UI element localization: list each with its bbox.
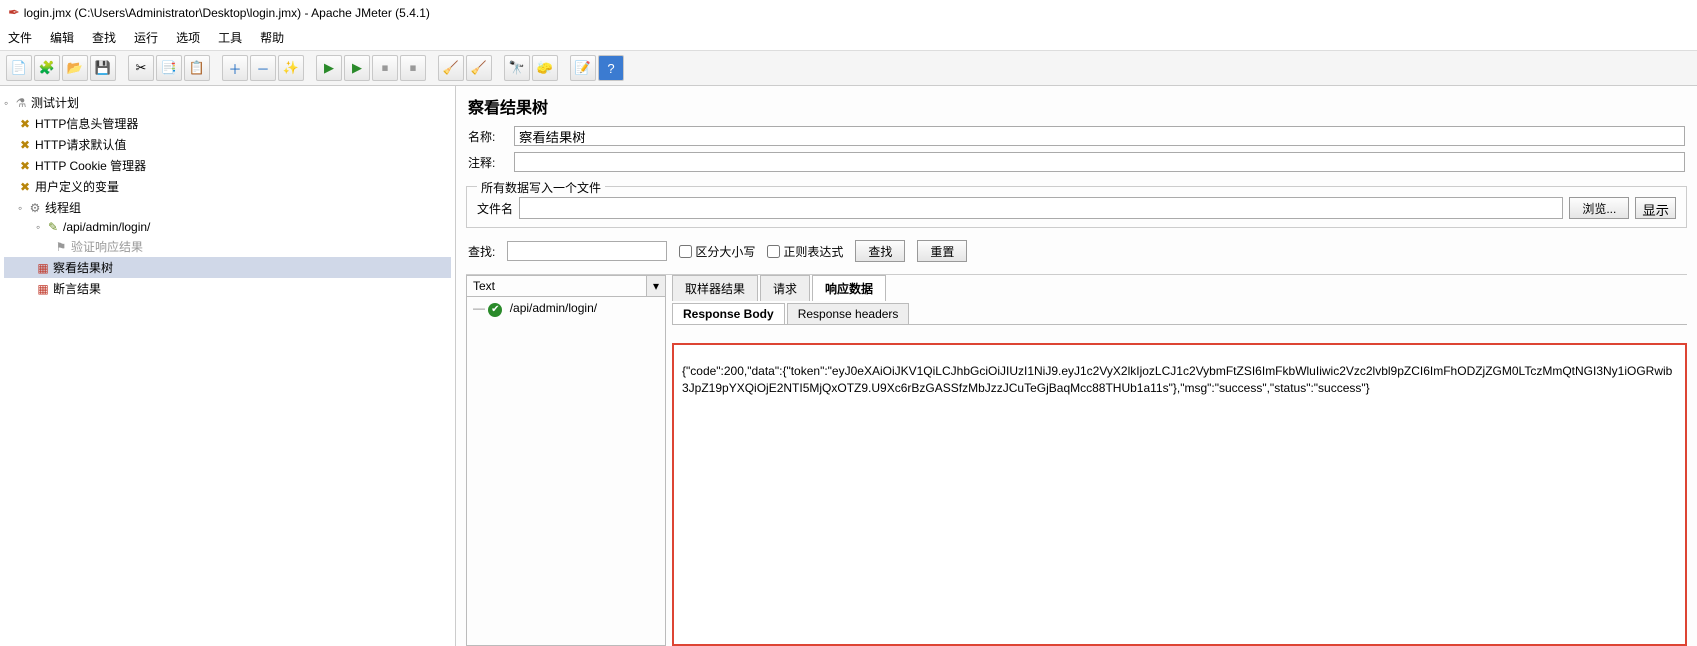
- run-icon[interactable]: ▶: [316, 55, 342, 81]
- search-icon[interactable]: 🔭: [504, 55, 530, 81]
- assertion-icon: ⚑: [54, 240, 68, 254]
- gear-icon: ⚙: [28, 201, 42, 215]
- render-dropdown[interactable]: Text ▾: [467, 276, 665, 297]
- reset-search-icon[interactable]: 🧽: [532, 55, 558, 81]
- open-icon[interactable]: 📂: [62, 55, 88, 81]
- case-checkbox[interactable]: 区分大小写: [679, 243, 755, 260]
- wrench-icon: ✖: [18, 138, 32, 152]
- new-icon[interactable]: 📄: [6, 55, 32, 81]
- stop-icon[interactable]: ⏹: [372, 55, 398, 81]
- save-icon[interactable]: 💾: [90, 55, 116, 81]
- results-list: Text ▾ — ✔ /api/admin/login/: [466, 275, 666, 646]
- toggle-icon[interactable]: ◦: [18, 201, 28, 215]
- search-label: 查找:: [468, 243, 495, 260]
- paste-icon[interactable]: 📋: [184, 55, 210, 81]
- panel-heading: 察看结果树: [468, 94, 1685, 118]
- function-icon[interactable]: 📝: [570, 55, 596, 81]
- tree-assertion[interactable]: 验证响应结果: [71, 240, 143, 254]
- app-icon: ✒: [8, 4, 20, 21]
- subtab-response-body[interactable]: Response Body: [672, 303, 785, 324]
- tab-sampler-result[interactable]: 取样器结果: [672, 275, 758, 301]
- templates-icon[interactable]: 🧩: [34, 55, 60, 81]
- toggle-icon[interactable]: ◦: [36, 220, 46, 234]
- clear-icon[interactable]: 🧹: [438, 55, 464, 81]
- response-body-text[interactable]: {"code":200,"data":{"token":"eyJ0eXAiOiJ…: [672, 343, 1687, 646]
- write-results-group: 所有数据写入一个文件 文件名 浏览... 显示: [466, 186, 1687, 228]
- menu-help[interactable]: 帮助: [260, 29, 284, 46]
- sampler-icon: ✎: [46, 220, 60, 234]
- test-plan-tree[interactable]: ◦⚗测试计划 ✖HTTP信息头管理器 ✖HTTP请求默认值 ✖HTTP Cook…: [0, 86, 456, 646]
- wrench-icon: ✖: [18, 117, 32, 131]
- menu-run[interactable]: 运行: [134, 29, 158, 46]
- tree-assertion-results[interactable]: 断言结果: [53, 282, 101, 296]
- listener-panel: 察看结果树 名称: 注释: 所有数据写入一个文件 文件名 浏览... 显示 查找…: [456, 86, 1697, 646]
- render-format: Text: [467, 276, 647, 296]
- tree-cookie-mgr[interactable]: HTTP Cookie 管理器: [35, 159, 146, 173]
- group-legend: 所有数据写入一个文件: [477, 179, 605, 196]
- tree-user-vars[interactable]: 用户定义的变量: [35, 180, 119, 194]
- menu-bar: 文件 编辑 查找 运行 选项 工具 帮助: [0, 25, 1697, 51]
- copy-icon[interactable]: 📑: [156, 55, 182, 81]
- menu-file[interactable]: 文件: [8, 29, 32, 46]
- plus-icon[interactable]: ＋: [222, 55, 248, 81]
- run-notimer-icon[interactable]: ▶: [344, 55, 370, 81]
- flask-icon: ⚗: [14, 96, 28, 110]
- search-input[interactable]: [507, 241, 667, 261]
- menu-tools[interactable]: 工具: [218, 29, 242, 46]
- search-button[interactable]: 查找: [855, 240, 905, 262]
- reset-button[interactable]: 重置: [917, 240, 967, 262]
- tree-view-results[interactable]: 察看结果树: [53, 261, 113, 275]
- tree-header-mgr[interactable]: HTTP信息头管理器: [35, 117, 138, 131]
- tree-test-plan[interactable]: 测试计划: [31, 96, 79, 110]
- comment-input[interactable]: [514, 152, 1685, 172]
- filename-label: 文件名: [477, 200, 513, 217]
- results-tree-icon: ▦: [36, 261, 50, 275]
- toolbar: 📄 🧩 📂 💾 ✂ 📑 📋 ＋ － ✨ ▶ ▶ ⏹ ⏹ 🧹 🧹 🔭 🧽 📝 ?: [0, 51, 1697, 86]
- assertion-results-icon: ▦: [36, 282, 50, 296]
- browse-button[interactable]: 浏览...: [1569, 197, 1629, 219]
- title-bar: ✒ login.jmx (C:\Users\Administrator\Desk…: [0, 0, 1697, 25]
- subtab-response-headers[interactable]: Response headers: [787, 303, 910, 324]
- wrench-icon: ✖: [18, 159, 32, 173]
- comment-label: 注释:: [468, 154, 514, 171]
- result-item-label: /api/admin/login/: [510, 301, 597, 315]
- window-title: login.jmx (C:\Users\Administrator\Deskto…: [24, 6, 430, 20]
- success-icon: ✔: [488, 303, 502, 317]
- wrench-icon: ✖: [18, 180, 32, 194]
- chevron-down-icon: ▾: [647, 276, 665, 296]
- tree-thread-group[interactable]: 线程组: [45, 201, 81, 215]
- name-input[interactable]: [514, 126, 1685, 146]
- toggle-icon[interactable]: ◦: [4, 96, 14, 110]
- tab-request[interactable]: 请求: [760, 275, 810, 301]
- wand-icon[interactable]: ✨: [278, 55, 304, 81]
- result-item[interactable]: — ✔ /api/admin/login/: [473, 301, 659, 317]
- tree-http-defaults[interactable]: HTTP请求默认值: [35, 138, 126, 152]
- minus-icon[interactable]: －: [250, 55, 276, 81]
- tab-response-data[interactable]: 响应数据: [812, 275, 886, 301]
- regex-checkbox[interactable]: 正则表达式: [767, 243, 843, 260]
- result-tabs: 取样器结果 请求 响应数据: [672, 275, 1687, 301]
- response-subtabs: Response Body Response headers: [672, 303, 1687, 325]
- tree-sampler[interactable]: /api/admin/login/: [63, 220, 150, 234]
- menu-search[interactable]: 查找: [92, 29, 116, 46]
- clear-all-icon[interactable]: 🧹: [466, 55, 492, 81]
- menu-edit[interactable]: 编辑: [50, 29, 74, 46]
- help-icon[interactable]: ?: [598, 55, 624, 81]
- name-label: 名称:: [468, 128, 514, 145]
- menu-options[interactable]: 选项: [176, 29, 200, 46]
- search-row: 查找: 区分大小写 正则表达式 查找 重置: [456, 232, 1697, 270]
- cut-icon[interactable]: ✂: [128, 55, 154, 81]
- show-button[interactable]: 显示: [1635, 197, 1676, 219]
- shutdown-icon[interactable]: ⏹: [400, 55, 426, 81]
- filename-input[interactable]: [519, 197, 1563, 219]
